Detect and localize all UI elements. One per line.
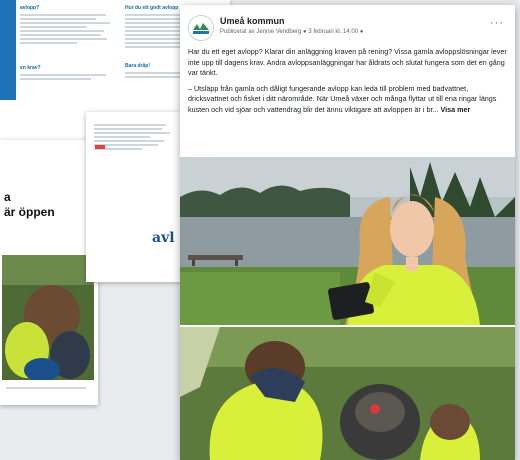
- post-body: Har du ett eget avlopp? Klarar din anläg…: [188, 47, 510, 120]
- brochure-inner-page: avl: [86, 112, 182, 282]
- poster-page: a är öppen: [0, 140, 98, 405]
- poster-photo: [2, 255, 94, 380]
- post-paragraph-1: Har du ett eget avlopp? Klarar din anläg…: [188, 47, 507, 77]
- post-photo-lake[interactable]: [180, 157, 515, 325]
- brochure-blue-banner: [0, 0, 16, 100]
- post-paragraph-2: – Utsläpp från gamla och dåligt fungeran…: [188, 83, 497, 114]
- see-more-link[interactable]: Visa mer: [441, 105, 471, 114]
- umea-logo-avatar[interactable]: [188, 15, 214, 41]
- brochure-heading-bottom-left: en krav?: [20, 65, 41, 71]
- post-meta: Publicerat av Jennie Vendberg ● 3 februa…: [220, 29, 364, 35]
- red-tag: [95, 145, 105, 149]
- brochure-column-left: avlopp? en krav?: [20, 6, 115, 82]
- poster-title: a är öppen: [4, 190, 55, 219]
- inner-page-logo: avl: [152, 230, 175, 246]
- post-header: Umeå kommun Publicerat av Jennie Vendber…: [188, 13, 508, 43]
- facebook-post: Umeå kommun Publicerat av Jennie Vendber…: [180, 5, 515, 460]
- more-options-icon[interactable]: ···: [490, 17, 504, 29]
- poster-caption-line: [6, 385, 86, 391]
- brochure-heading-left: avlopp?: [20, 5, 40, 11]
- post-photo-workers[interactable]: [180, 327, 515, 460]
- page-name[interactable]: Umeå kommun: [220, 16, 285, 26]
- inner-page-text: [94, 122, 174, 152]
